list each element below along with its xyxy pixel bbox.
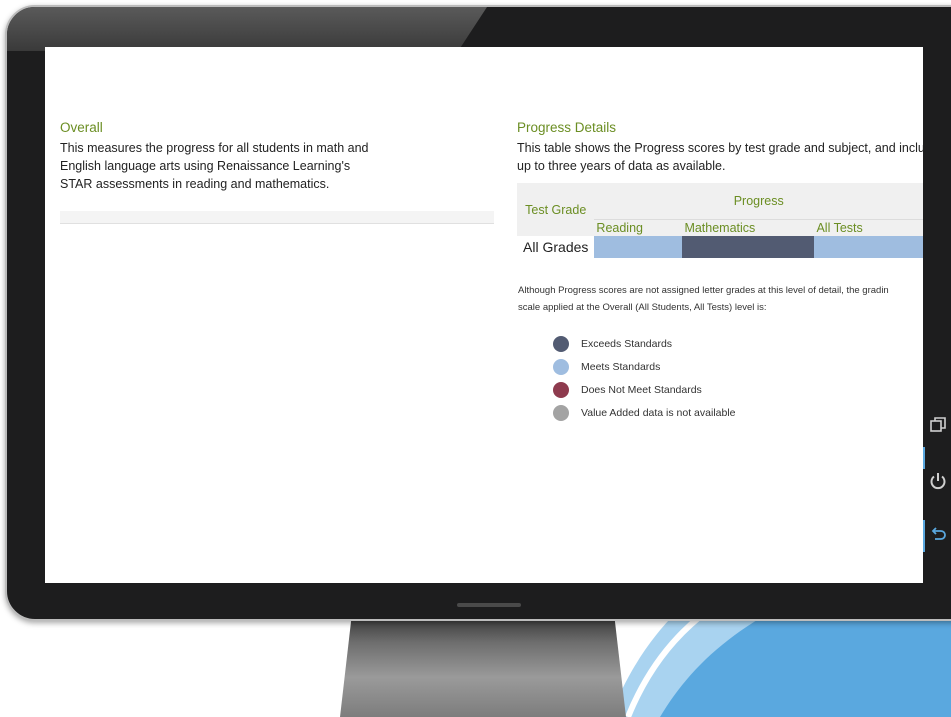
bezel-gloss bbox=[7, 7, 487, 51]
legend-item-not-available: Value Added data is not available bbox=[553, 401, 736, 424]
progress-desc-line: up to three years of data as available. bbox=[517, 159, 726, 173]
mathematics-exceeds-standards-cell[interactable] bbox=[682, 236, 815, 258]
legend-item-meets: Meets Standards bbox=[553, 355, 736, 378]
legend-label: Value Added data is not available bbox=[581, 406, 736, 419]
grade-cell: All Grades bbox=[523, 239, 589, 255]
overall-desc-line: English language arts using Renaissance … bbox=[60, 159, 351, 173]
overall-description: This measures the progress for all stude… bbox=[60, 139, 368, 193]
overall-summary-bar bbox=[60, 211, 494, 224]
overall-title: Overall bbox=[60, 120, 103, 135]
grading-scale-note: Although Progress scores are not assigne… bbox=[518, 282, 923, 316]
back-arrow-icon[interactable] bbox=[930, 527, 946, 547]
progress-details-title: Progress Details bbox=[517, 120, 617, 135]
legend-item-exceeds: Exceeds Standards bbox=[553, 332, 736, 355]
meets-standards-dot-icon bbox=[553, 358, 569, 375]
reading-meets-standards-cell[interactable] bbox=[594, 236, 683, 258]
monitor-scene: Overall This measures the progress for a… bbox=[0, 0, 951, 717]
progress-table: Test Grade Progress Reading Mathematics … bbox=[517, 183, 923, 258]
not-available-dot-icon bbox=[553, 404, 569, 421]
monitor-stand bbox=[340, 618, 626, 717]
monitor-chin-slot bbox=[457, 603, 521, 607]
overall-desc-line: This measures the progress for all stude… bbox=[60, 141, 369, 155]
legend-label: Exceeds Standards bbox=[581, 337, 673, 350]
does-not-meet-standards-dot-icon bbox=[553, 381, 569, 398]
table-row: All Grades bbox=[517, 236, 923, 258]
legend-label: Meets Standards bbox=[581, 360, 661, 373]
mathematics-column-header: Mathematics bbox=[682, 219, 815, 236]
progress-group-header: Progress bbox=[594, 183, 923, 220]
progress-details-description: This table shows the Progress scores by … bbox=[517, 139, 923, 175]
screen-content: Overall This measures the progress for a… bbox=[45, 47, 923, 583]
exceeds-standards-dot-icon bbox=[553, 335, 569, 352]
note-line: scale applied at the Overall (All Studen… bbox=[518, 302, 767, 313]
legend-label: Does Not Meet Standards bbox=[581, 383, 702, 396]
grading-legend: Exceeds Standards Meets Standards Does N… bbox=[553, 332, 736, 424]
legend-item-does-not-meet: Does Not Meet Standards bbox=[553, 378, 736, 401]
note-line: Although Progress scores are not assigne… bbox=[518, 285, 889, 296]
power-icon[interactable] bbox=[929, 472, 947, 494]
test-grade-header: Test Grade bbox=[517, 183, 595, 236]
restore-window-icon[interactable] bbox=[930, 417, 946, 437]
all-tests-meets-standards-cell[interactable] bbox=[814, 236, 923, 258]
overall-desc-line: STAR assessments in reading and mathemat… bbox=[60, 177, 330, 191]
all-tests-column-header: All Tests bbox=[814, 219, 923, 236]
reading-column-header: Reading bbox=[594, 219, 683, 236]
progress-desc-line: This table shows the Progress scores by … bbox=[517, 141, 923, 155]
